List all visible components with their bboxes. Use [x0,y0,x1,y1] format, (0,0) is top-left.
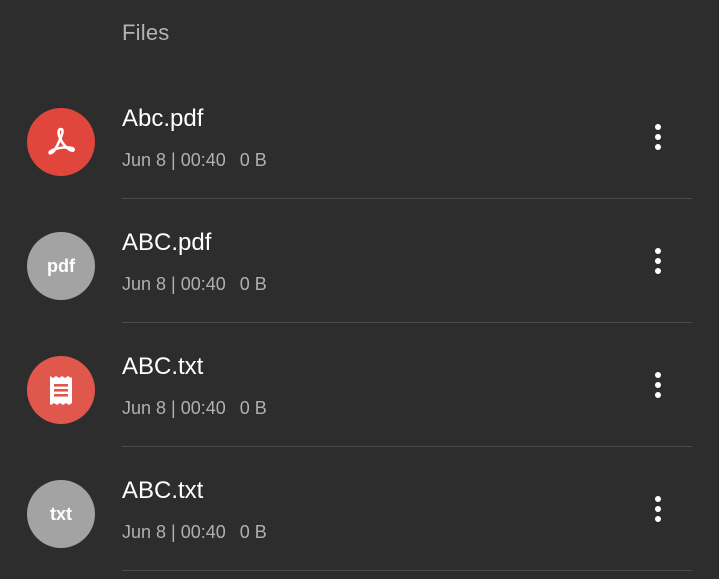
file-size: 0 B [239,274,267,294]
icon-label: pdf [47,255,75,276]
more-options-button[interactable] [638,365,678,405]
pdf-text-icon: pdf [27,232,95,300]
more-vert-icon [655,496,661,502]
more-vert-icon [655,248,661,254]
divider [122,570,692,571]
file-date: Jun 8 | 00:40 [122,398,226,418]
file-meta: Jun 8 | 00:40 0 B [122,398,267,419]
file-meta: Jun 8 | 00:40 0 B [122,150,267,171]
file-size: 0 B [239,398,267,418]
more-vert-icon-dot [655,382,661,388]
file-row-abc-pdf-2[interactable]: pdf ABC.pdf Jun 8 | 00:40 0 B [0,199,719,323]
icon-label: txt [50,503,72,524]
more-vert-icon-dot [655,134,661,140]
file-date: Jun 8 | 00:40 [122,274,226,294]
more-vert-icon-dot [655,144,661,150]
more-vert-icon-dot [655,268,661,274]
text-document-icon [27,356,95,424]
file-name: ABC.txt [122,477,204,504]
more-options-button[interactable] [638,489,678,529]
more-vert-icon [655,372,661,378]
acrobat-pdf-icon [27,108,95,176]
more-vert-icon-dot [655,392,661,398]
file-meta: Jun 8 | 00:40 0 B [122,274,267,295]
file-size: 0 B [239,150,267,170]
file-name: ABC.txt [122,353,204,380]
file-list: Abc.pdf Jun 8 | 00:40 0 B pdf ABC.pdf Jun… [0,75,719,571]
more-options-button[interactable] [638,117,678,157]
txt-text-icon: txt [27,480,95,548]
section-title: Files [122,20,170,45]
file-date: Jun 8 | 00:40 [122,150,226,170]
file-row-abc-txt[interactable]: ABC.txt Jun 8 | 00:40 0 B [0,323,719,447]
more-vert-icon [655,124,661,130]
more-vert-icon-dot [655,516,661,522]
file-date: Jun 8 | 00:40 [122,522,226,542]
more-vert-icon-dot [655,258,661,264]
file-meta: Jun 8 | 00:40 0 B [122,522,267,543]
more-vert-icon-dot [655,506,661,512]
more-options-button[interactable] [638,241,678,281]
file-row-abc-pdf[interactable]: Abc.pdf Jun 8 | 00:40 0 B [0,75,719,199]
file-size: 0 B [239,522,267,542]
file-name: ABC.pdf [122,229,212,256]
file-row-abc-txt-2[interactable]: txt ABC.txt Jun 8 | 00:40 0 B [0,447,719,571]
file-name: Abc.pdf [122,105,204,132]
